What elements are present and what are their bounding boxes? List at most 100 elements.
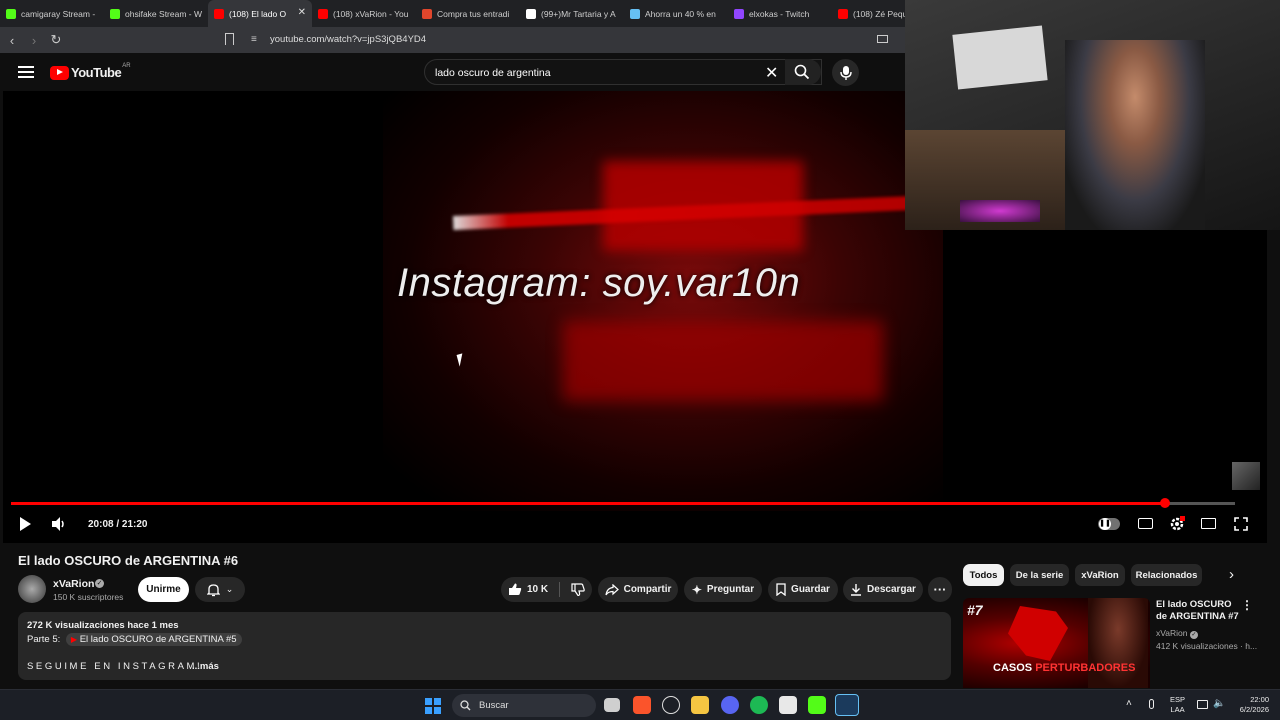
recommended-title[interactable]: El lado OSCURO de ARGENTINA #7 (1156, 599, 1241, 623)
thumbs-up-icon (508, 583, 522, 595)
like-button[interactable]: 10 K (508, 583, 548, 596)
back-icon[interactable]: ‹ (2, 30, 22, 50)
settings-gear-icon[interactable] (1169, 516, 1185, 532)
show-more-link[interactable]: ...más (192, 661, 219, 672)
site-info-icon[interactable]: ≡ (251, 34, 257, 45)
bookmark-icon[interactable] (225, 33, 234, 45)
language-indicator[interactable]: ESP LAA (1170, 695, 1185, 715)
share-button[interactable]: Compartir (598, 577, 678, 602)
spotify-icon[interactable] (750, 696, 768, 714)
voice-search-button[interactable] (832, 59, 859, 86)
brave-browser-icon[interactable] (633, 696, 651, 714)
like-dislike-group: 10 K (501, 577, 592, 602)
youtube-logo[interactable]: YouTube AR (50, 63, 131, 80)
tab-favicon-icon (110, 8, 120, 19)
download-label: Descargar (867, 584, 916, 595)
browser-tab[interactable]: ohsifake Stream - W (104, 0, 208, 27)
obs-icon[interactable] (779, 696, 797, 714)
filter-chip-all[interactable]: Todos (963, 564, 1004, 586)
map-silhouette (1008, 606, 1068, 661)
volume-icon[interactable] (51, 516, 67, 532)
download-button[interactable]: Descargar (843, 577, 923, 602)
tab-favicon-icon (422, 8, 432, 19)
tab-label: ohsifake Stream - W (125, 8, 202, 19)
clock-time: 22:00 (1250, 695, 1269, 704)
bell-icon (206, 583, 220, 596)
volume-icon[interactable]: 🔈 (1213, 698, 1225, 709)
windows-start-icon[interactable] (425, 698, 441, 714)
windows-taskbar: Buscar ˄ ESP LAA 🔈 22:00 6/2/2026 (0, 689, 1280, 720)
kick-icon[interactable] (808, 696, 826, 714)
scrubber-handle[interactable] (1160, 498, 1171, 508)
taskbar-search[interactable]: Buscar (452, 694, 596, 717)
chevron-right-icon[interactable]: › (1229, 566, 1234, 583)
subtitles-icon[interactable] (1138, 518, 1153, 529)
theater-mode-icon[interactable] (1201, 518, 1216, 529)
taskbar-clock[interactable]: 22:00 6/2/2026 (1231, 695, 1269, 715)
save-label: Guardar (791, 584, 830, 595)
join-button[interactable]: Unirme (138, 577, 189, 602)
autoplay-toggle[interactable]: ❚❚ (1098, 518, 1120, 530)
tab-label: Compra tus entradi (437, 8, 510, 19)
tab-favicon-icon (6, 8, 16, 19)
description-box[interactable]: 272 K visualizaciones hace 1 mes Parte 5… (18, 612, 951, 680)
channel-name[interactable]: xVaRion (53, 578, 94, 590)
more-actions-icon[interactable]: ··· (928, 577, 952, 602)
discord-icon[interactable] (721, 696, 739, 714)
part-link[interactable]: ▶ El lado OSCURO de ARGENTINA #5 (65, 633, 242, 646)
ask-button[interactable]: ✦ Preguntar (684, 577, 762, 602)
cast-icon[interactable] (877, 35, 888, 43)
microphone-icon[interactable] (1149, 699, 1154, 709)
microphone-icon (840, 66, 852, 80)
url-text[interactable]: youtube.com/watch?v=jpS3jQB4YD4 (270, 34, 426, 45)
browser-tab[interactable]: (108) xVaRion - You (312, 0, 416, 27)
notifications-button[interactable]: ⌄ (195, 577, 245, 602)
play-icon[interactable] (18, 516, 32, 532)
file-explorer-icon[interactable] (691, 696, 709, 714)
browser-tab[interactable]: (108) El lado O ✕ (208, 0, 312, 27)
search-input[interactable]: lado oscuro de argentina ✕ (424, 59, 822, 85)
filter-chip-series[interactable]: De la serie (1010, 564, 1069, 586)
tray-chevron-icon[interactable]: ˄ (1126, 698, 1132, 709)
browser-tab[interactable]: Compra tus entradi (416, 0, 520, 27)
fullscreen-icon[interactable] (1234, 517, 1248, 531)
subscriber-count: 150 K suscriptores (53, 592, 124, 602)
hamburger-menu-icon[interactable] (18, 66, 34, 78)
task-view-icon[interactable] (604, 698, 620, 712)
browser-tab[interactable]: elxokas - Twitch (728, 0, 832, 27)
thumbnail-caption: CASOS PERTURBADORES (993, 662, 1135, 674)
youtube-play-icon: ▶ (70, 635, 78, 644)
tab-favicon-icon (526, 8, 536, 19)
part-link-label: El lado OSCURO de ARGENTINA #5 (79, 634, 237, 645)
progress-bar[interactable] (11, 498, 1235, 508)
ask-label: Preguntar (706, 584, 755, 595)
logo-text: YouTube (71, 65, 122, 80)
end-card-thumbnail[interactable] (1232, 462, 1260, 490)
verified-check-icon: ✓ (1189, 631, 1198, 639)
clear-search-icon[interactable]: ✕ (765, 63, 778, 83)
browser-tab[interactable]: camigaray Stream - (0, 0, 104, 27)
youtube-header: YouTube AR lado oscuro de argentina ✕ (0, 53, 905, 91)
reload-icon[interactable]: ↻ (46, 30, 66, 50)
browser-tab[interactable]: Ahorra un 40 % en (624, 0, 728, 27)
thumbs-down-icon[interactable] (571, 583, 585, 596)
verified-check-icon: ✓ (95, 579, 104, 588)
tab-close-icon[interactable]: ✕ (298, 7, 306, 18)
divider (559, 582, 561, 597)
search-query[interactable]: lado oscuro de argentina (435, 67, 551, 79)
tab-label: (108) El lado O (229, 8, 287, 19)
kebab-menu-icon[interactable]: ⋮ (1241, 598, 1253, 612)
filter-chip-channel[interactable]: xVaRion (1075, 564, 1125, 586)
channel-avatar[interactable] (18, 575, 46, 603)
save-button[interactable]: Guardar (768, 577, 838, 602)
steam-icon[interactable] (835, 694, 859, 716)
browser-tab[interactable]: (99+)Mr Tartaria y A (520, 0, 624, 27)
search-button[interactable] (785, 59, 821, 85)
sparkle-icon: ✦ (691, 582, 702, 597)
filter-chip-related[interactable]: Relacionados (1131, 564, 1202, 586)
network-icon[interactable] (1197, 700, 1208, 709)
forward-icon[interactable]: › (24, 30, 44, 50)
tab-label: (108) xVaRion - You (333, 8, 409, 19)
recommended-thumbnail[interactable]: #7 CASOS PERTURBADORES (963, 598, 1150, 688)
chatgpt-icon[interactable] (662, 696, 680, 714)
